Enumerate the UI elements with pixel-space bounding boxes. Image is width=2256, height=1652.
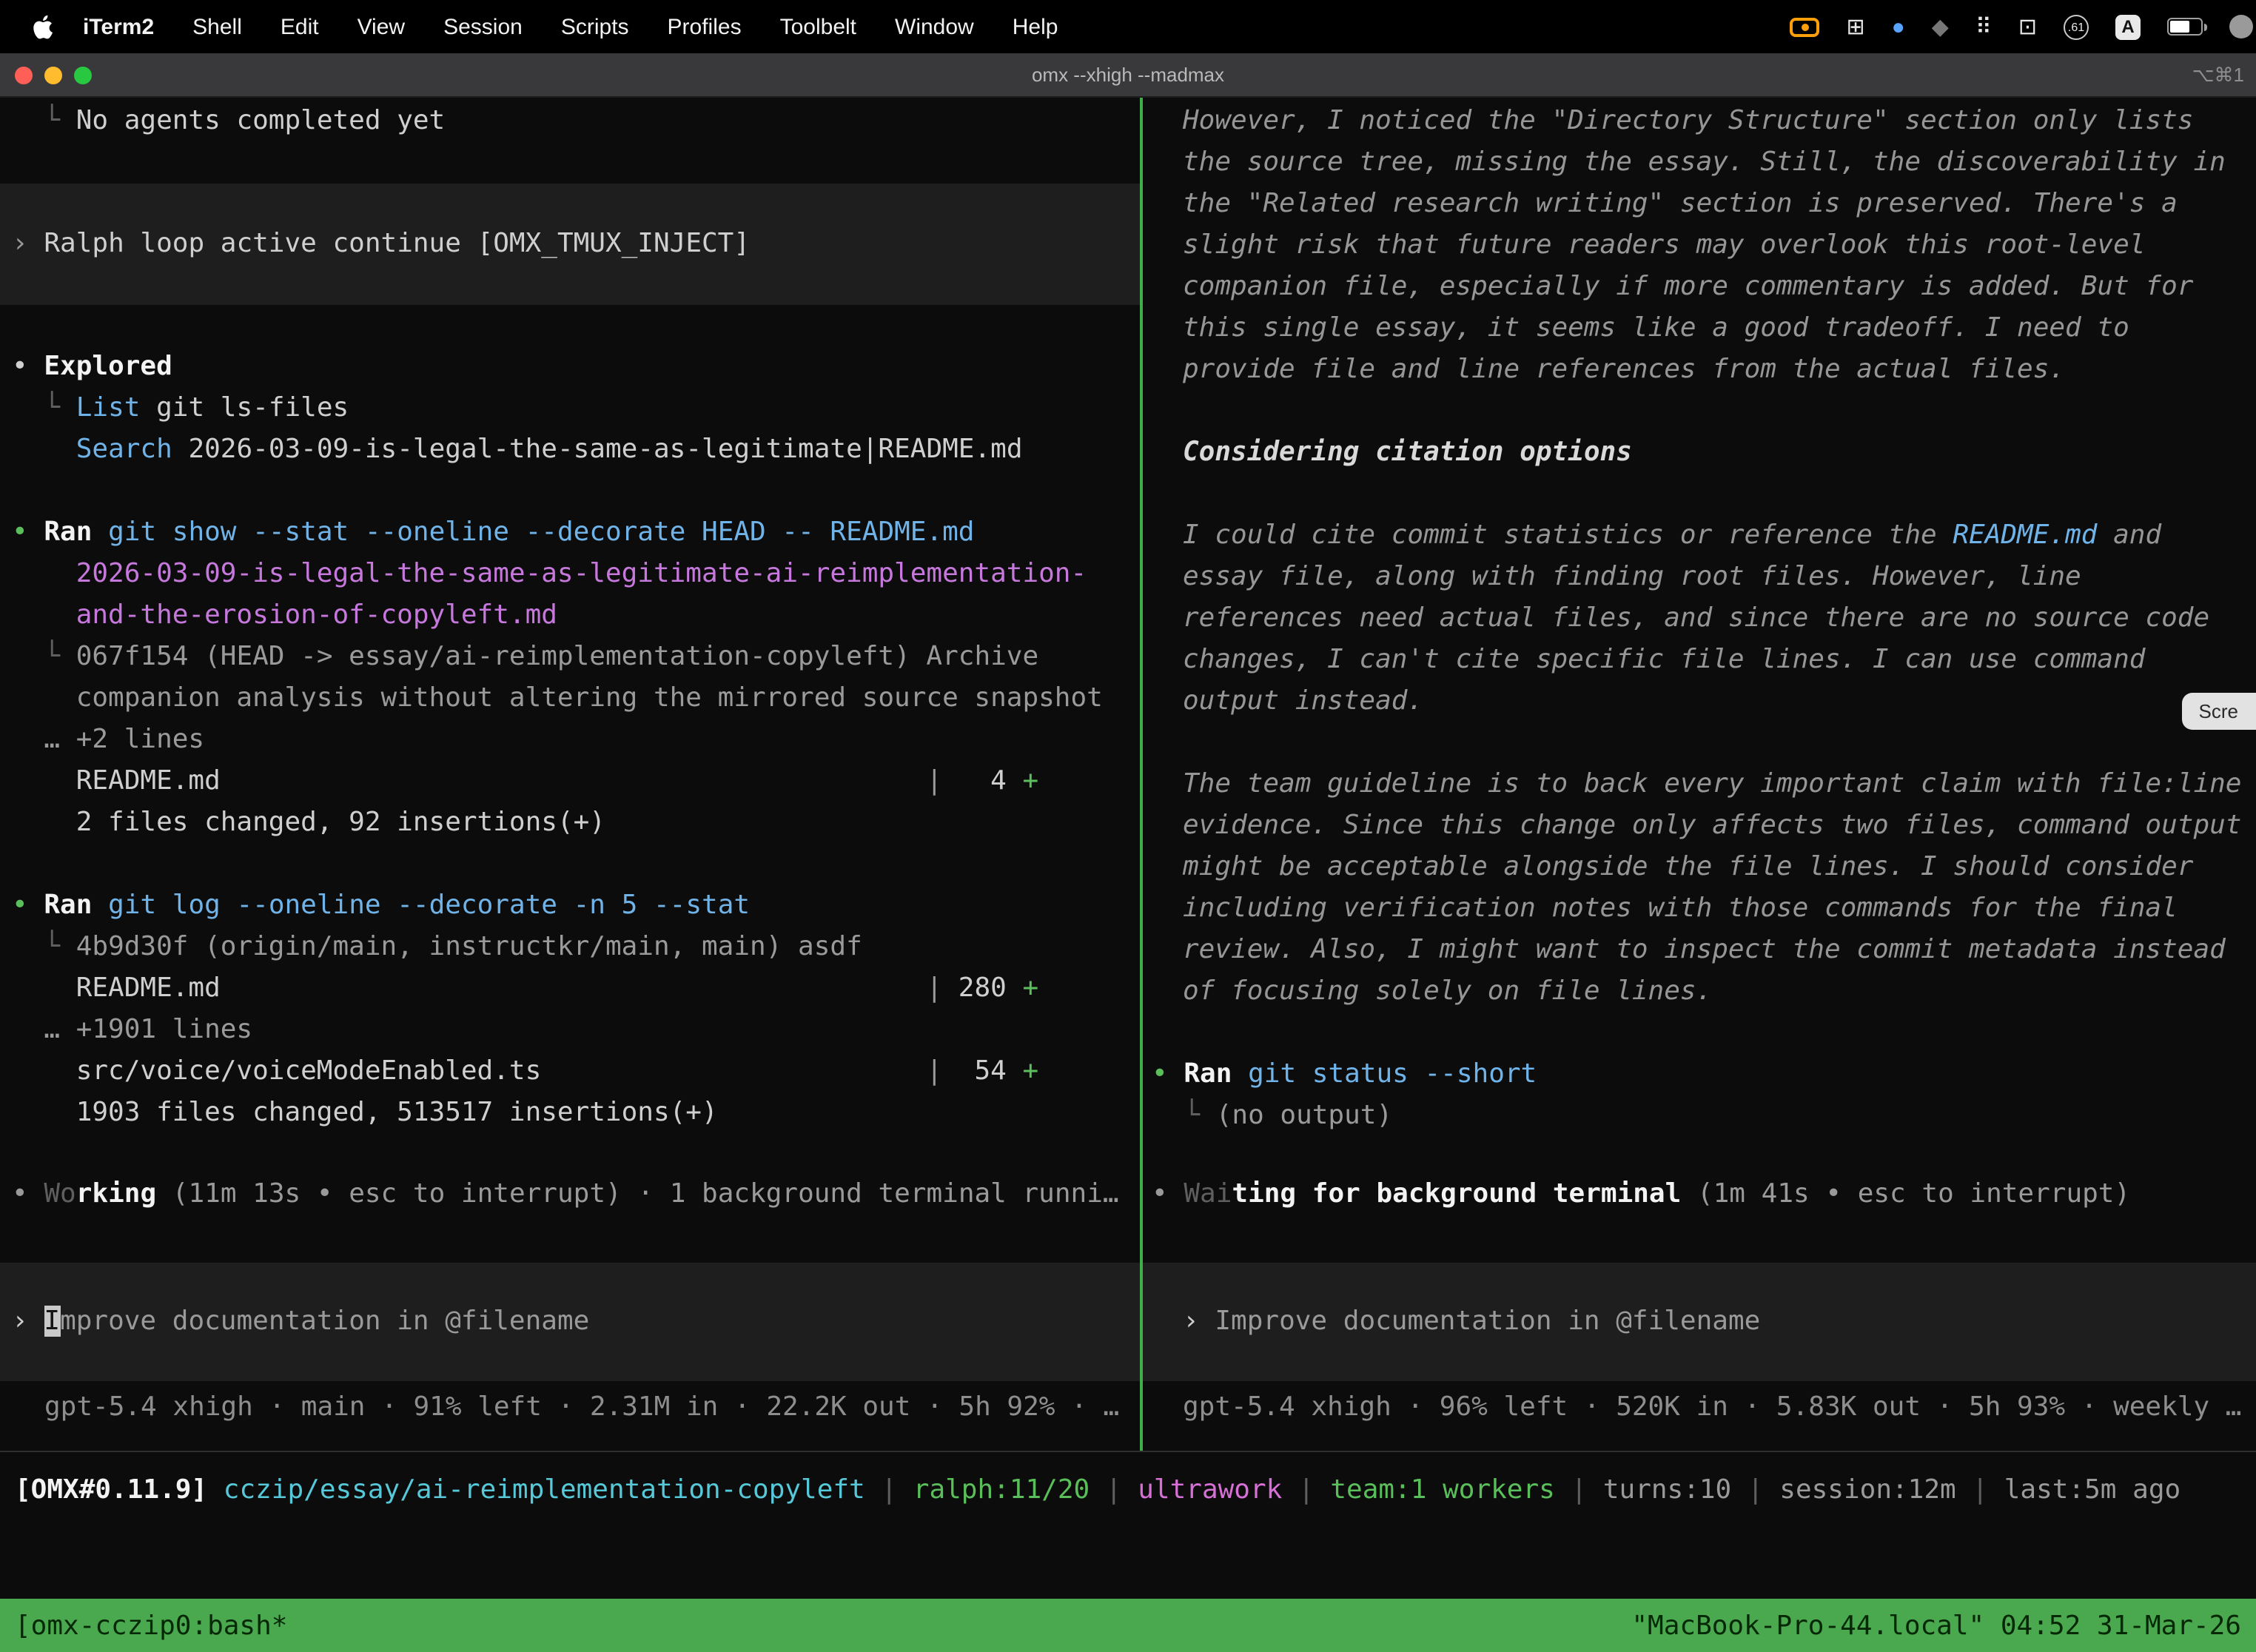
screen-share-overlay-button[interactable]: Scre: [2183, 693, 2256, 730]
record-dot-icon: [1801, 23, 1808, 30]
terminal-line: Search 2026-03-09-is-legal-the-same-as-l…: [0, 429, 1140, 471]
battery-gauge-icon[interactable]: .61: [2064, 14, 2089, 39]
omx-status-text: [OMX#0.11.9] cczip/essay/ai-reimplementa…: [0, 1469, 2195, 1511]
menu-item-edit[interactable]: Edit: [281, 14, 319, 39]
tmux-session-label: [omx-cczip0:bash*: [15, 1610, 287, 1641]
battery-icon[interactable]: [2167, 18, 2203, 36]
tmux-host-clock: "MacBook-Pro-44.local" 04:52 31-Mar-26: [1631, 1610, 2241, 1641]
prompt-text: › Improve documentation in @filename: [1143, 1301, 2256, 1343]
terminal-line: README.md | 4 +: [0, 761, 1140, 802]
right-pane: However, I noticed the "Directory Struct…: [1143, 98, 2256, 1451]
apps-grid-icon[interactable]: ⠿: [1975, 13, 1992, 40]
screen-recording-indicator[interactable]: [1790, 17, 1819, 36]
menu-item-window[interactable]: Window: [895, 14, 974, 39]
shield-icon[interactable]: ◆: [1932, 13, 1949, 40]
terminal-line: 2026-03-09-is-legal-the-same-as-legitima…: [0, 554, 1140, 595]
traffic-lights: [0, 66, 92, 84]
terminal-line: I could cite commit statistics or refere…: [1143, 515, 2256, 722]
terminal-line: [0, 305, 1140, 346]
terminal-line: [1143, 474, 2256, 515]
model-status-line-left: gpt-5.4 xhigh · main · 91% left · 2.31M …: [0, 1387, 1140, 1428]
globe-icon[interactable]: ●: [1892, 14, 1905, 39]
window-title: omx --xhigh --madmax: [0, 64, 2256, 86]
terminal-line: … +1901 lines: [0, 1010, 1140, 1051]
terminal-line: 2 files changed, 92 insertions(+): [0, 802, 1140, 844]
terminal-line: • Ran git status --short: [1143, 1054, 2256, 1095]
input-source-icon[interactable]: A: [2115, 14, 2141, 39]
terminal-line: • Explored: [0, 346, 1140, 388]
scrollback: • Explored └ List git ls-files Search 20…: [0, 305, 1140, 1134]
terminal-line: companion analysis without altering the …: [0, 678, 1140, 719]
window-grid-icon[interactable]: ⊞: [1846, 13, 1864, 40]
terminal-line: [0, 142, 1140, 184]
terminal-line: [1143, 391, 2256, 432]
terminal-line: [0, 844, 1140, 885]
terminal-line: and-the-erosion-of-copyleft.md: [0, 595, 1140, 637]
pane-bottom-left: • Working (11m 13s • esc to interrupt) ·…: [0, 1174, 1140, 1451]
menu-item-iterm2[interactable]: iTerm2: [83, 14, 154, 39]
terminal-line: └ List git ls-files: [0, 388, 1140, 429]
apple-menu-icon[interactable]: [33, 14, 53, 39]
terminal-line: 1903 files changed, 513517 insertions(+): [0, 1092, 1140, 1134]
model-status-line-right: gpt-5.4 xhigh · 96% left · 520K in · 5.8…: [1143, 1387, 2256, 1428]
terminal-line: Considering citation options: [1143, 432, 2256, 474]
terminal-line: └ No agents completed yet: [0, 101, 1140, 142]
tmux-status-bar: [omx-cczip0:bash* "MacBook-Pro-44.local"…: [0, 1599, 2256, 1652]
terminal-line: • Ran git log --oneline --decorate -n 5 …: [0, 885, 1140, 927]
terminal: └ No agents completed yet › Ralph loop a…: [0, 98, 2256, 1652]
terminal-line: README.md | 280 +: [0, 968, 1140, 1010]
pane-bottom-right: • Waiting for background terminal (1m 41…: [1143, 1174, 2256, 1451]
scrollback: However, I noticed the "Directory Struct…: [1143, 101, 2256, 1137]
screen: iTerm2 Shell Edit View Session Scripts Profil…: [0, 0, 2256, 1652]
menu-item-profiles[interactable]: Profiles: [668, 14, 742, 39]
prompt-input-left[interactable]: › Improve documentation in @filename: [0, 1263, 1140, 1381]
terminal-line: … +2 lines: [0, 719, 1140, 761]
menu-item-help[interactable]: Help: [1013, 14, 1058, 39]
inject-banner: › Ralph loop active continue [OMX_TMUX_I…: [0, 184, 1140, 305]
terminal-line: [1143, 722, 2256, 764]
key-icon[interactable]: ⊡: [2018, 13, 2037, 40]
omx-status-bar: [OMX#0.11.9] cczip/essay/ai-reimplementa…: [0, 1451, 2256, 1528]
left-pane: └ No agents completed yet › Ralph loop a…: [0, 98, 1140, 1451]
clipped-menubar-icon: [2229, 15, 2253, 38]
bottom-gap: [0, 1528, 2256, 1599]
terminal-line: • Ran git show --stat --oneline --decora…: [0, 512, 1140, 554]
terminal-line: └ 4b9d30f (origin/main, instructkr/main,…: [0, 927, 1140, 968]
minimize-button[interactable]: [44, 66, 62, 84]
menu-item-scripts[interactable]: Scripts: [561, 14, 629, 39]
menu-item-view[interactable]: View: [357, 14, 406, 39]
menu-item-toolbelt[interactable]: Toolbelt: [780, 14, 856, 39]
working-status-line: • Working (11m 13s • esc to interrupt) ·…: [0, 1174, 1140, 1215]
zoom-button[interactable]: [74, 66, 92, 84]
battery-fill: [2170, 21, 2189, 33]
scrollback-top: └ No agents completed yet: [0, 101, 1140, 184]
terminal-line: └ (no output): [1143, 1095, 2256, 1137]
window-titlebar: omx --xhigh --madmax ⌥⌘1: [0, 53, 2256, 98]
terminal-line: However, I noticed the "Directory Struct…: [1143, 101, 2256, 391]
prompt-input-right[interactable]: › Improve documentation in @filename: [1143, 1263, 2256, 1381]
terminal-line: The team guideline is to back every impo…: [1143, 764, 2256, 1013]
terminal-line: [1143, 1013, 2256, 1054]
terminal-line: └ 067f154 (HEAD -> essay/ai-reimplementa…: [0, 637, 1140, 678]
menubar-status-icons: ⊞ ● ◆ ⠿ ⊡ .61 A: [1790, 13, 2235, 40]
terminal-line: [0, 471, 1140, 512]
menu-item-shell[interactable]: Shell: [192, 14, 242, 39]
menu-list: Shell Edit View Session Scripts Profiles Toolb…: [192, 14, 1058, 39]
prompt-text: › Improve documentation in @filename: [0, 1301, 1140, 1343]
menu-item-session[interactable]: Session: [443, 14, 523, 39]
close-button[interactable]: [15, 66, 33, 84]
terminal-line: src/voice/voiceModeEnabled.ts | 54 +: [0, 1051, 1140, 1092]
window-shortcut-badge: ⌥⌘1: [2192, 63, 2256, 87]
waiting-status-line: • Waiting for background terminal (1m 41…: [1143, 1174, 2256, 1215]
inject-line: › Ralph loop active continue [OMX_TMUX_I…: [0, 224, 1140, 265]
tmux-panes: └ No agents completed yet › Ralph loop a…: [0, 98, 2256, 1451]
menu-bar: iTerm2 Shell Edit View Session Scripts Profil…: [0, 0, 2256, 53]
